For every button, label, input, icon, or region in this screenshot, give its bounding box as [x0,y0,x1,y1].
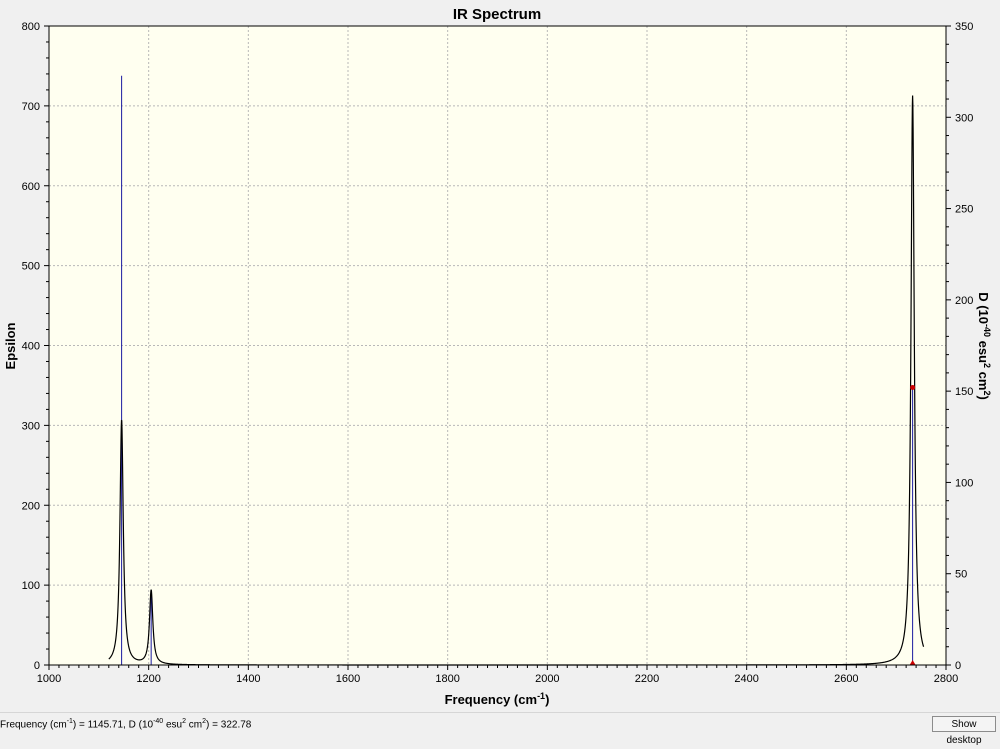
peak-marker [910,384,916,390]
y2-tick-label: 100 [955,477,973,489]
y2-tick-label: 350 [955,21,973,33]
x-tick-label: 1600 [336,673,360,685]
y-tick-label: 200 [22,500,40,512]
chart-svg: IR Spectrum Frequency (cm-1) Epsilon D (… [3,6,992,707]
x-tick-label: 2800 [934,673,958,685]
status-readout: Frequency (cm-1) = 1145.71, D (10-40 esu… [0,718,252,731]
x-tick-label: 1200 [136,673,160,685]
status-bar: Frequency (cm-1) = 1145.71, D (10-40 esu… [0,712,1000,746]
x-tick-label: 2600 [834,673,858,685]
y2-tick-label: 300 [955,112,973,124]
x-tick-label: 2200 [635,673,659,685]
x-tick-label: 2400 [734,673,758,685]
y2-tick-label: 200 [955,295,973,307]
y-tick-label: 0 [34,660,40,672]
y2-tick-label: 50 [955,569,967,581]
y2-axis-title: D (10-40 esu2 cm2) [976,292,992,400]
x-tick-label: 1400 [236,673,260,685]
y-tick-label: 400 [22,341,40,353]
y-tick-label: 700 [22,101,40,113]
y-tick-label: 500 [22,261,40,273]
x-tick-label: 1800 [435,673,459,685]
ir-spectrum-chart[interactable]: IR Spectrum Frequency (cm-1) Epsilon D (… [0,0,1000,712]
chart-title: IR Spectrum [453,6,541,23]
y-axis-title: Epsilon [3,322,18,369]
y2-tick-label: 0 [955,660,961,672]
x-axis-title: Frequency (cm-1) [445,691,550,707]
x-tick-label: 2000 [535,673,559,685]
show-desktop-button[interactable]: Show desktop [932,716,996,746]
y-tick-label: 300 [22,420,40,432]
x-tick-label: 1000 [37,673,61,685]
y2-tick-label: 250 [955,204,973,216]
y-tick-label: 100 [22,580,40,592]
y2-tick-label: 150 [955,386,973,398]
y-tick-label: 600 [22,181,40,193]
y-tick-label: 800 [22,21,40,33]
